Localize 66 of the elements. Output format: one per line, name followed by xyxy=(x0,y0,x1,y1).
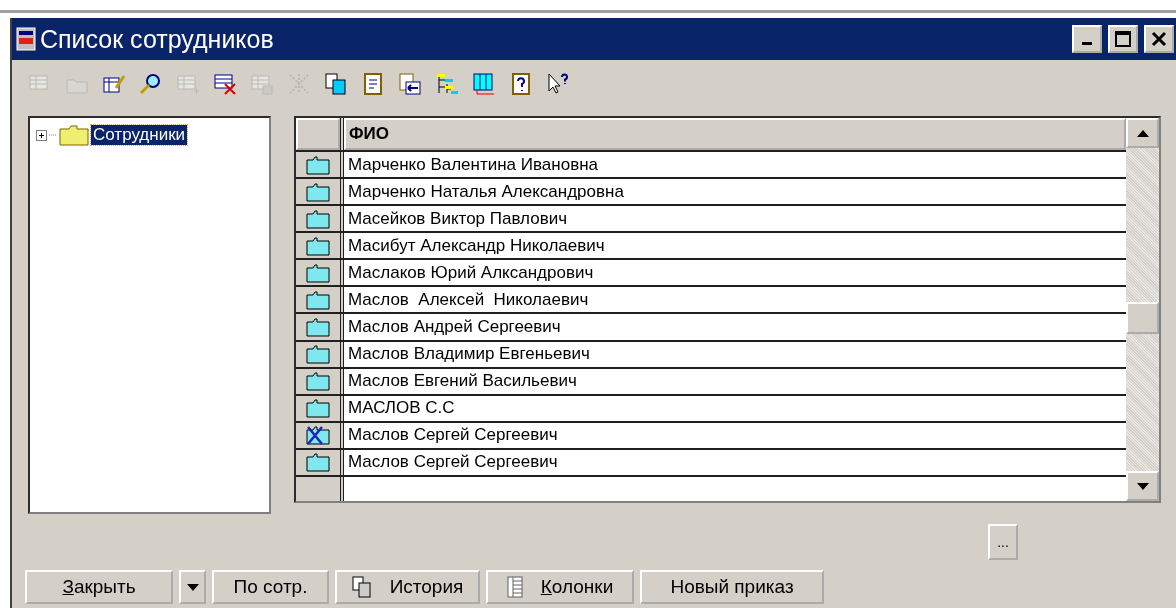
maximize-icon xyxy=(1114,30,1132,48)
deleted-folder-icon xyxy=(305,424,331,447)
scroll-up-button[interactable] xyxy=(1126,118,1159,148)
action-button[interactable]: Новый приказ xyxy=(640,570,824,604)
toolbar-icon xyxy=(287,72,311,96)
window-title: Список сотрудников xyxy=(40,24,275,54)
folder-icon xyxy=(305,370,331,393)
toolbar-icon xyxy=(213,72,237,96)
folder-icon xyxy=(305,288,331,311)
toolbar-icon xyxy=(398,72,422,96)
table-cell: Марченко Валентина Ивановна xyxy=(344,152,1126,178)
table-cell: Масейков Виктор Павлович xyxy=(344,206,1126,232)
down-arrow-icon xyxy=(1136,482,1149,490)
folder-icon xyxy=(305,261,331,284)
folder-icon xyxy=(305,234,331,257)
toolbar-icon xyxy=(250,72,274,96)
maximize-button[interactable] xyxy=(1108,25,1138,53)
toolbar-icon xyxy=(546,72,570,96)
table-cell: Маслаков Юрий Алксандрович xyxy=(344,260,1126,286)
table-cell: Марченко Наталья Александровна xyxy=(344,179,1126,205)
action-button[interactable]: По сотр. xyxy=(212,570,329,604)
table-cell: Маслов Андрей Сергеевич xyxy=(344,314,1126,340)
folder-icon xyxy=(59,124,89,146)
action-button[interactable]: История xyxy=(335,570,480,604)
action-button[interactable]: Колонки xyxy=(486,570,634,604)
folder-icon xyxy=(305,180,331,203)
folder-icon xyxy=(305,451,331,474)
toolbar-icon xyxy=(509,72,533,96)
toolbar-icon xyxy=(176,72,200,96)
toolbar-icon xyxy=(139,72,163,96)
copy-icon xyxy=(351,576,372,598)
table-cell: Маслов Сергей Сергеевич xyxy=(344,422,1126,448)
table-cell: Маслов Владимир Евгеньевич xyxy=(344,341,1126,367)
folder-icon xyxy=(305,207,331,230)
action-button[interactable]: Закрыть xyxy=(25,570,173,604)
minimize-button[interactable] xyxy=(1072,25,1102,53)
folder-icon xyxy=(305,316,331,338)
folder-icon xyxy=(305,343,331,366)
table-cell: Маслов Сергей Сергеевич xyxy=(344,449,1126,475)
toolbar-icon xyxy=(361,72,385,96)
table-cell: Масибут Александр Николаевич xyxy=(344,233,1126,259)
dropdown-button[interactable] xyxy=(179,570,206,604)
folder-icon xyxy=(305,397,331,420)
toolbar-icon xyxy=(324,72,348,96)
expand-toggle-icon[interactable] xyxy=(36,129,47,141)
close-icon xyxy=(1151,31,1167,47)
tree-line xyxy=(49,134,57,136)
toolbar-icon xyxy=(435,72,459,96)
up-arrow-icon xyxy=(1136,129,1149,137)
close-button[interactable] xyxy=(1144,25,1174,53)
toolbar-button[interactable] xyxy=(396,70,424,98)
folder-icon xyxy=(305,153,331,176)
scroll-thumb[interactable] xyxy=(1126,302,1159,334)
columns-icon xyxy=(506,576,523,598)
toolbar-icon xyxy=(472,72,496,96)
ellipsis-button[interactable]: ... xyxy=(988,524,1018,560)
app-icon xyxy=(16,27,36,51)
table-cell: Маслов Евгений Васильевич xyxy=(344,368,1126,394)
scroll-down-button[interactable] xyxy=(1126,471,1159,501)
tree-item[interactable]: Сотрудники xyxy=(91,125,188,145)
minimize-icon xyxy=(1082,42,1092,45)
scrollbar[interactable] xyxy=(1126,118,1159,501)
table-cell: МАСЛОВ С.С xyxy=(344,395,1126,421)
column-header[interactable]: ФИО xyxy=(344,118,1126,150)
caret-icon xyxy=(186,583,199,591)
table-cell: Маслов Алексей Николаевич xyxy=(344,287,1126,313)
